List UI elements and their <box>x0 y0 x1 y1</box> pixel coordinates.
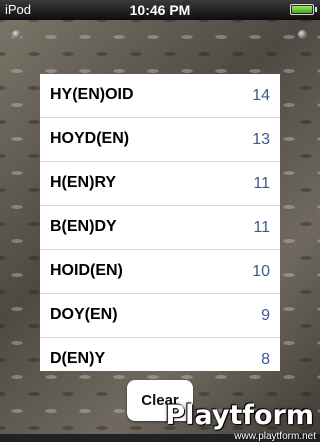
word-label: DOY(EN) <box>50 306 118 323</box>
word-label: HY(EN)OID <box>50 86 134 103</box>
list-item[interactable]: B(EN)DY 11 <box>40 206 280 250</box>
word-label: HOYD(EN) <box>50 130 130 147</box>
battery-fill <box>292 6 312 13</box>
list-item[interactable]: H(EN)RY 11 <box>40 162 280 206</box>
rivet-icon <box>298 30 307 39</box>
list-item[interactable]: DOY(EN) 9 <box>40 294 280 338</box>
score-label: 13 <box>252 131 270 148</box>
score-label: 11 <box>253 219 270 236</box>
rivet-icon <box>12 30 21 39</box>
clock: 10:46 PM <box>129 2 191 18</box>
score-label: 10 <box>252 263 270 280</box>
score-label: 9 <box>261 307 270 324</box>
word-list[interactable]: HY(EN)OID 14 HOYD(EN) 13 H(EN)RY 11 B(EN… <box>40 74 280 371</box>
list-item[interactable]: D(EN)Y 8 <box>40 338 280 371</box>
word-label: H(EN)RY <box>50 174 117 191</box>
score-label: 8 <box>261 351 270 368</box>
score-label: 11 <box>253 175 270 192</box>
word-label: D(EN)Y <box>50 350 106 367</box>
list-item[interactable]: HOID(EN) 10 <box>40 250 280 294</box>
battery-icon <box>290 4 317 15</box>
word-label: B(EN)DY <box>50 218 117 235</box>
list-item[interactable]: HOYD(EN) 13 <box>40 118 280 162</box>
word-label: HOID(EN) <box>50 262 123 279</box>
watermark: Playtform www.playtform.net <box>165 400 320 442</box>
watermark-url: www.playtform.net <box>234 431 316 442</box>
status-bar: iPod 10:46 PM <box>0 0 320 20</box>
list-item[interactable]: HY(EN)OID 14 <box>40 74 280 118</box>
watermark-logo: Playtform <box>165 400 314 431</box>
score-label: 14 <box>252 87 270 104</box>
